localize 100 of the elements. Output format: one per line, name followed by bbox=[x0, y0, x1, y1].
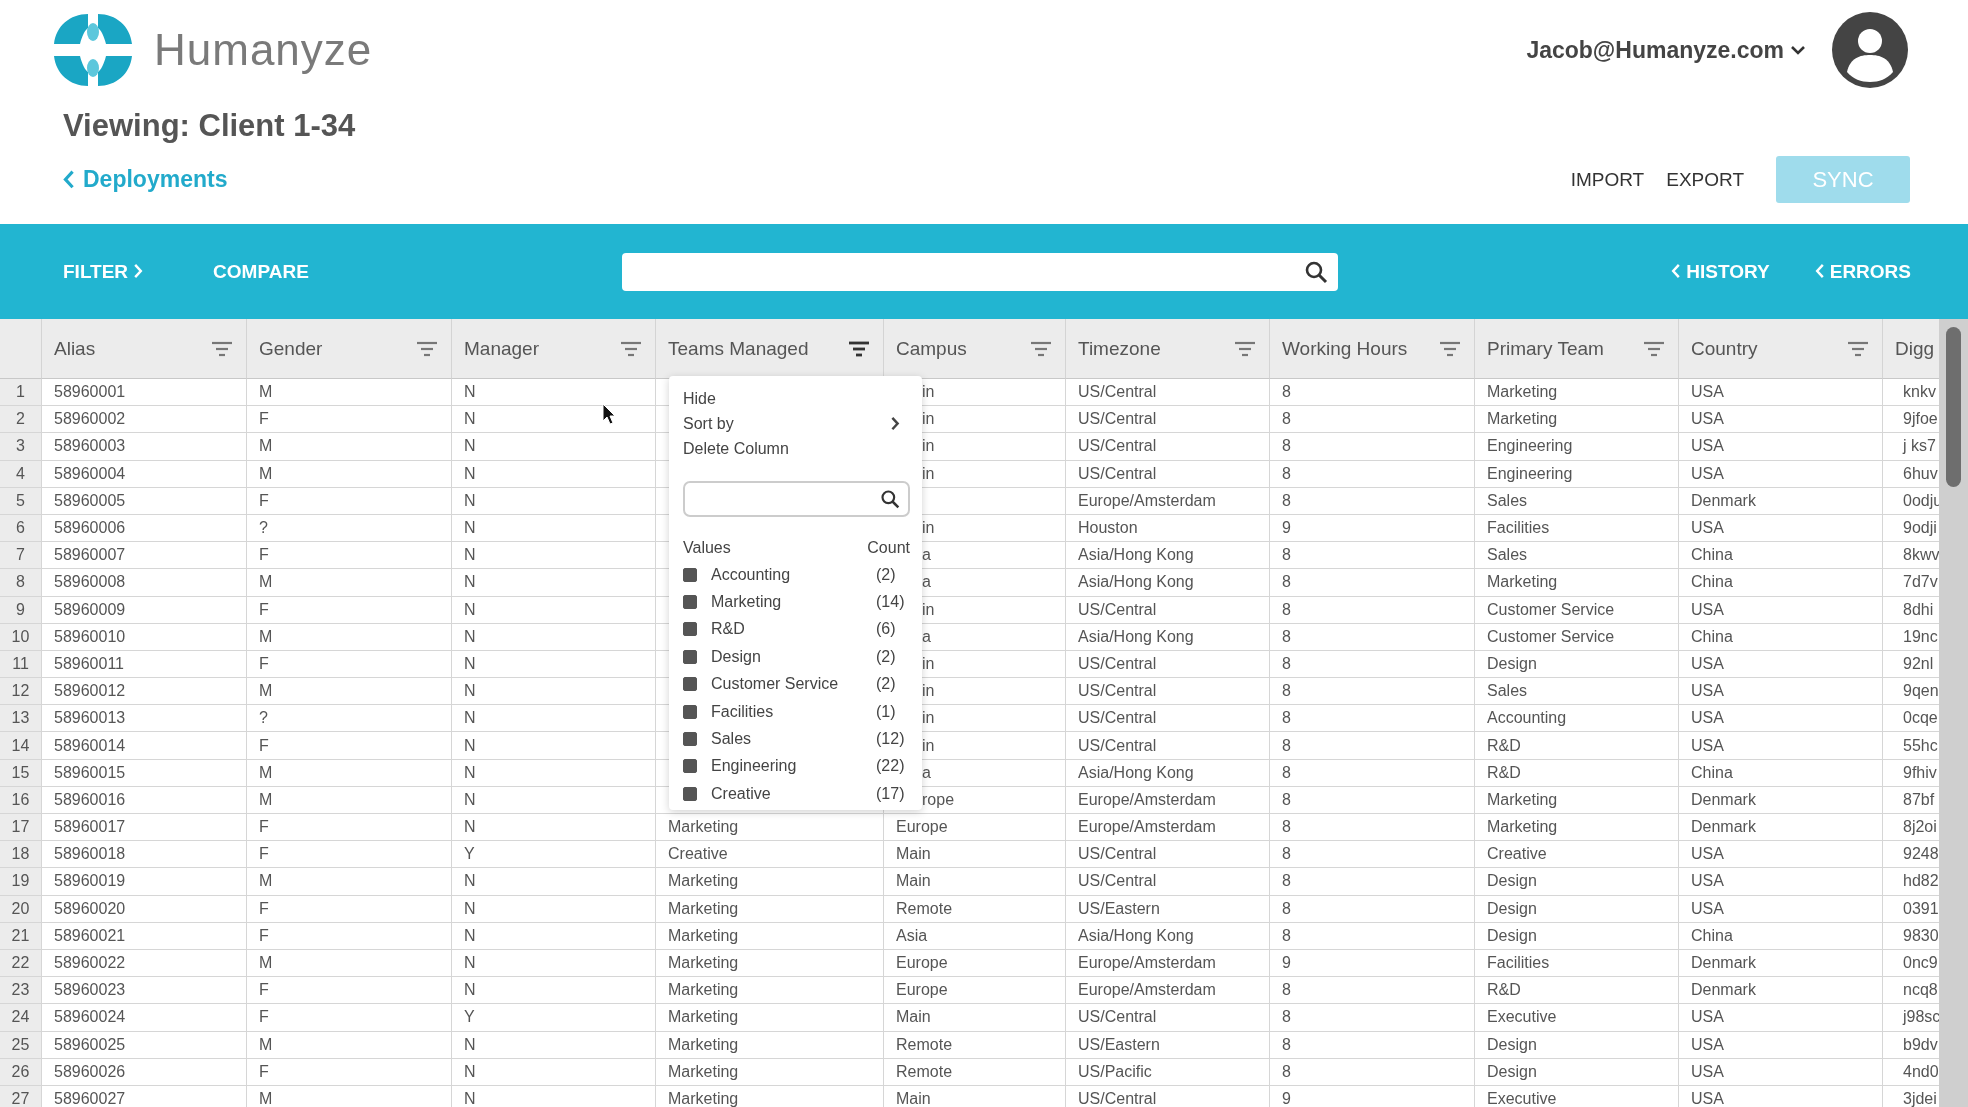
column-title: Country bbox=[1691, 337, 1758, 360]
table-cell: N bbox=[452, 379, 656, 407]
table-cell: USA bbox=[1679, 1031, 1883, 1059]
row-number: 4 bbox=[0, 460, 42, 488]
checkbox[interactable] bbox=[683, 567, 697, 582]
table-cell: 58960023 bbox=[42, 977, 247, 1005]
table-cell: R&D bbox=[1475, 977, 1679, 1005]
table-cell: Engineering bbox=[1475, 433, 1679, 461]
table-cell: Remote bbox=[884, 1031, 1066, 1059]
account-menu[interactable]: Jacob@Humanyze.com bbox=[1526, 36, 1806, 64]
column-header[interactable]: Gender bbox=[247, 319, 452, 379]
row-number: 21 bbox=[0, 922, 42, 950]
table-cell: US/Central bbox=[1066, 650, 1270, 679]
checkbox[interactable] bbox=[683, 649, 697, 664]
checkbox[interactable] bbox=[683, 677, 697, 692]
table-cell: Creative bbox=[1475, 841, 1679, 869]
column-title: Digg bbox=[1895, 337, 1935, 360]
values-heading: Values bbox=[683, 539, 731, 557]
column-header[interactable]: Primary Team bbox=[1475, 319, 1679, 379]
row-number: 19 bbox=[0, 868, 42, 896]
table-cell: F bbox=[247, 841, 452, 869]
table-cell: China bbox=[1679, 922, 1883, 950]
table-cell: 8 bbox=[1270, 895, 1475, 923]
table-cell: US/Central bbox=[1066, 433, 1270, 461]
search-icon[interactable] bbox=[1304, 259, 1328, 284]
table-cell: R&D bbox=[1475, 732, 1679, 760]
avatar-icon[interactable] bbox=[1832, 12, 1908, 88]
table-cell: Asia bbox=[884, 922, 1066, 950]
table-cell: 8 bbox=[1270, 379, 1475, 407]
row-number: 22 bbox=[0, 949, 42, 978]
checkbox[interactable] bbox=[683, 622, 697, 637]
table-cell: N bbox=[452, 895, 656, 923]
table-cell: Marketing bbox=[656, 922, 884, 950]
table-cell: 8 bbox=[1270, 977, 1475, 1005]
scrollbar[interactable] bbox=[1939, 319, 1968, 1107]
table-cell: Main bbox=[884, 1004, 1066, 1032]
table-cell: 58960012 bbox=[42, 678, 247, 706]
table-cell: Y bbox=[452, 841, 656, 869]
table-cell: Creative bbox=[656, 841, 884, 869]
table-cell: M bbox=[247, 1031, 452, 1059]
table-cell: Europe/Amsterdam bbox=[1066, 786, 1270, 814]
table-cell: Executive bbox=[1475, 1085, 1679, 1107]
table-cell: 8 bbox=[1270, 705, 1475, 733]
column-header[interactable]: Country bbox=[1679, 319, 1883, 379]
column-header[interactable]: Timezone bbox=[1066, 319, 1270, 379]
table-cell: N bbox=[452, 460, 656, 488]
table-cell: China bbox=[1679, 623, 1883, 651]
table-cell: 8 bbox=[1270, 922, 1475, 950]
table-cell: N bbox=[452, 977, 656, 1005]
table-cell: Engineering bbox=[1475, 460, 1679, 488]
table-cell: 58960027 bbox=[42, 1085, 247, 1107]
table-cell: Europe/Amsterdam bbox=[1066, 814, 1270, 842]
table-cell: Marketing bbox=[1475, 786, 1679, 814]
table-cell: USA bbox=[1679, 433, 1883, 461]
column-header[interactable]: Teams Managed bbox=[656, 319, 884, 379]
table-cell: 58960016 bbox=[42, 786, 247, 814]
filter-icon[interactable] bbox=[847, 339, 871, 358]
table-cell: Marketing bbox=[1475, 406, 1679, 434]
table-cell: US/Eastern bbox=[1066, 1031, 1270, 1059]
table-cell: 58960008 bbox=[42, 569, 247, 597]
row-number: 5 bbox=[0, 487, 42, 515]
table-cell: 8 bbox=[1270, 487, 1475, 515]
search-icon[interactable] bbox=[880, 489, 900, 509]
column-header[interactable]: Alias bbox=[42, 319, 247, 379]
row-number: 18 bbox=[0, 841, 42, 869]
row-number: 2 bbox=[0, 406, 42, 434]
table-cell: 58960011 bbox=[42, 650, 247, 679]
checkbox[interactable] bbox=[683, 732, 697, 747]
table-cell: N bbox=[452, 569, 656, 597]
column-header[interactable]: Manager bbox=[452, 319, 656, 379]
table-cell: Asia/Hong Kong bbox=[1066, 759, 1270, 787]
table-cell: F bbox=[247, 895, 452, 923]
table-cell: N bbox=[452, 623, 656, 651]
table-cell: US/Central bbox=[1066, 1085, 1270, 1107]
table-cell: F bbox=[247, 1004, 452, 1032]
scrollbar-thumb[interactable] bbox=[1946, 327, 1961, 487]
search-field[interactable] bbox=[622, 252, 1338, 291]
row-number: 20 bbox=[0, 895, 42, 923]
column-header[interactable]: Campus bbox=[884, 319, 1066, 379]
table-cell: M bbox=[247, 949, 452, 978]
column-header[interactable]: Working Hours bbox=[1270, 319, 1475, 379]
table-cell: 58960004 bbox=[42, 460, 247, 488]
table-cell: N bbox=[452, 650, 656, 679]
checkbox[interactable] bbox=[683, 704, 697, 719]
caret-icon bbox=[1790, 44, 1806, 56]
table-cell: US/Central bbox=[1066, 460, 1270, 488]
table-cell: Asia/Hong Kong bbox=[1066, 922, 1270, 950]
table-cell: N bbox=[452, 814, 656, 842]
checkbox[interactable] bbox=[683, 595, 697, 610]
column-title: Timezone bbox=[1078, 337, 1161, 360]
table-cell: USA bbox=[1679, 514, 1883, 543]
table-cell: Europe/Amsterdam bbox=[1066, 977, 1270, 1005]
checkbox[interactable] bbox=[683, 786, 697, 801]
table-cell: F bbox=[247, 922, 452, 950]
table-cell: M bbox=[247, 759, 452, 787]
column-header[interactable]: Digg bbox=[1883, 319, 1939, 379]
action-button[interactable]: EXPORT bbox=[1666, 164, 1744, 195]
search-field[interactable] bbox=[683, 481, 910, 517]
checkbox[interactable] bbox=[683, 759, 697, 774]
action-button[interactable]: IMPORT bbox=[1570, 164, 1645, 195]
